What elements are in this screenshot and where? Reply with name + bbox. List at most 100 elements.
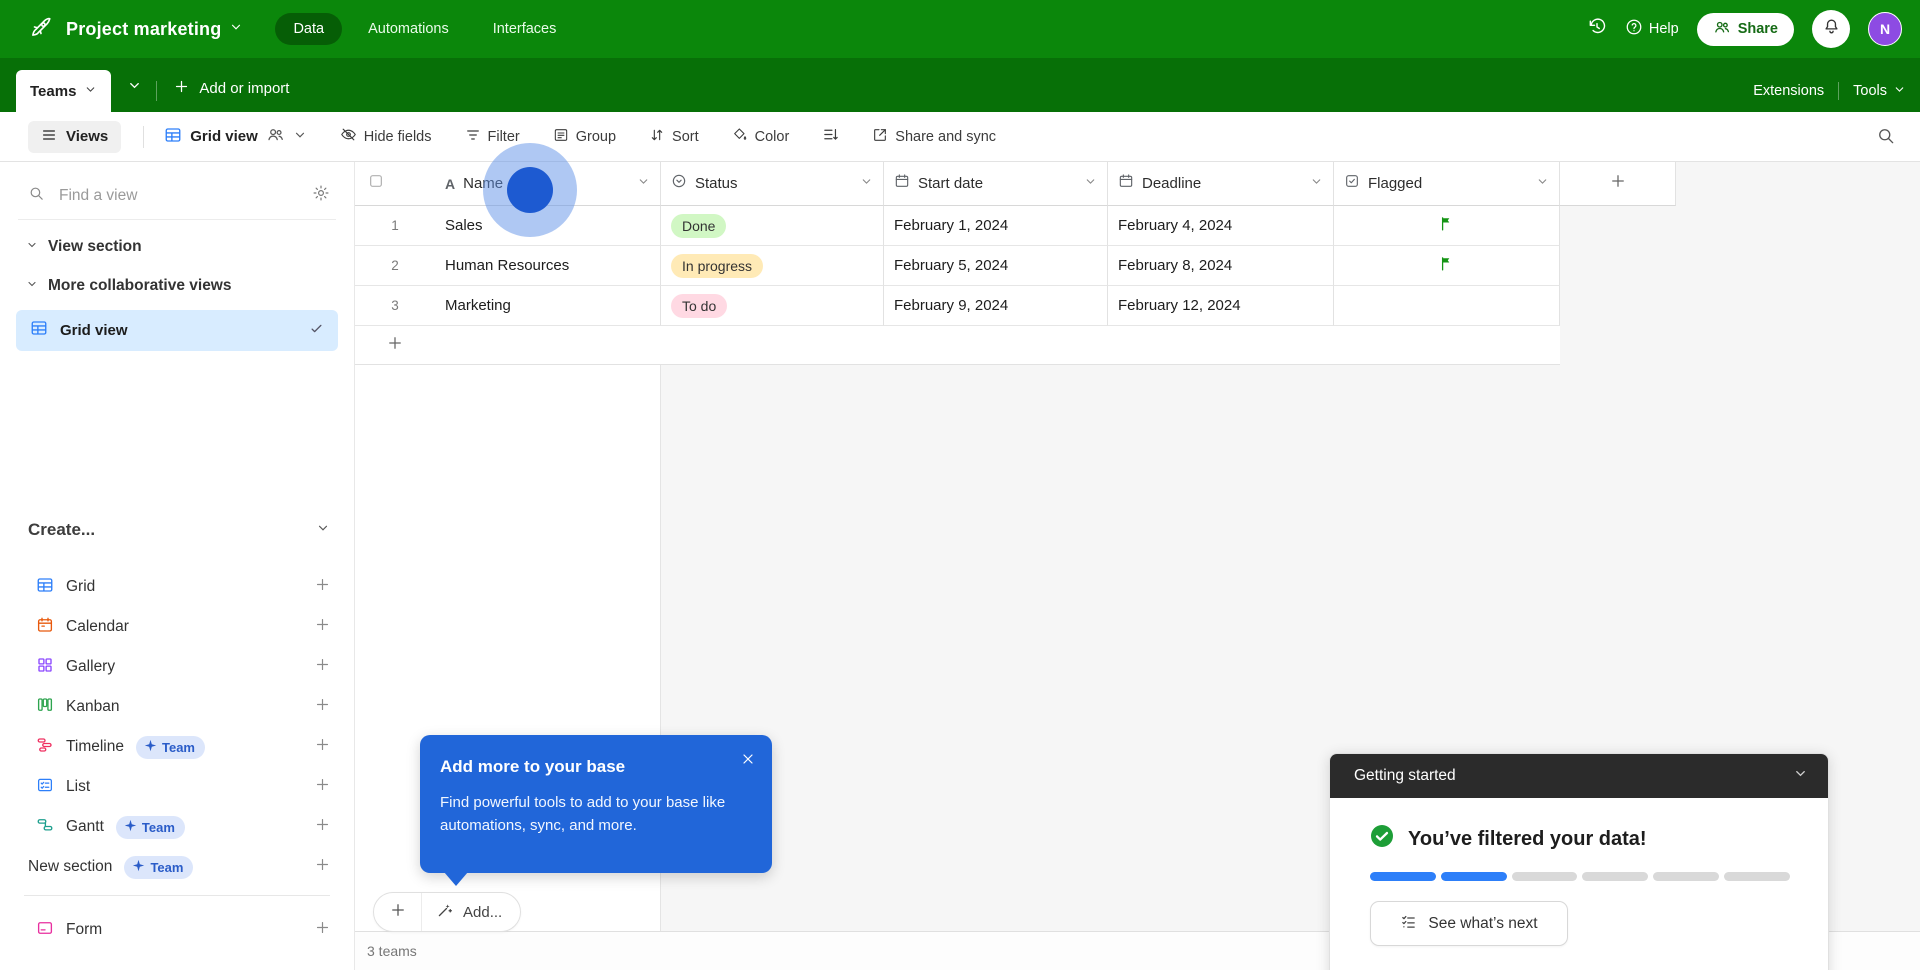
add-record-button[interactable] <box>374 893 422 931</box>
deadline-cell[interactable]: February 12, 2024 <box>1108 286 1334 326</box>
team-badge: Team <box>116 816 185 839</box>
checkbox-icon[interactable] <box>368 173 384 194</box>
add-or-import-button[interactable]: Add or import <box>173 78 289 99</box>
collapse-chevron-icon[interactable] <box>1793 766 1808 786</box>
history-icon[interactable] <box>1587 17 1607 42</box>
filter-button[interactable]: Filter <box>465 127 520 147</box>
column-header-flagged[interactable]: Flagged <box>1334 162 1560 206</box>
start-date-cell[interactable]: February 9, 2024 <box>884 286 1108 326</box>
sort-button[interactable]: Sort <box>649 127 699 147</box>
magic-wand-icon <box>436 901 454 923</box>
share-and-sync-button[interactable]: Share and sync <box>872 127 996 147</box>
start-date-cell[interactable]: February 5, 2024 <box>884 246 1108 286</box>
group-button[interactable]: Group <box>553 127 616 147</box>
create-item-new-section[interactable]: New section Team <box>0 847 355 887</box>
column-chevron-icon[interactable] <box>1084 175 1097 193</box>
plus-icon[interactable] <box>314 856 331 878</box>
sidebar-item-grid-view[interactable]: Grid view <box>16 310 338 351</box>
column-chevron-icon[interactable] <box>1310 175 1323 193</box>
notifications-button[interactable] <box>1812 10 1850 48</box>
column-chevron-icon[interactable] <box>637 175 650 193</box>
gear-icon[interactable] <box>312 184 330 207</box>
plus-icon[interactable] <box>314 776 331 798</box>
create-item-timeline[interactable]: Timeline Team <box>0 727 355 767</box>
view-chevron-icon[interactable] <box>293 128 307 146</box>
table-row[interactable]: 2 Human Resources In progress February 5… <box>355 246 1676 286</box>
timeline-icon <box>36 736 54 759</box>
search-icon[interactable] <box>1876 126 1896 151</box>
add-row-button[interactable] <box>355 326 435 365</box>
flagged-cell[interactable] <box>1334 206 1560 246</box>
table-tab-teams[interactable]: Teams <box>16 70 111 112</box>
sidebar-section-more-collaborative-views[interactable]: More collaborative views <box>26 277 232 295</box>
see-whats-next-button[interactable]: See what’s next <box>1370 901 1568 946</box>
column-chevron-icon[interactable] <box>860 175 873 193</box>
sidebar-section-view-section[interactable]: View section <box>26 238 142 256</box>
row-height-button[interactable] <box>822 126 839 147</box>
checklist-icon <box>1400 913 1417 935</box>
create-item-list[interactable]: List <box>0 767 355 807</box>
status-cell[interactable]: To do <box>661 286 884 326</box>
column-header-status[interactable]: Status <box>661 162 884 206</box>
avatar[interactable]: N <box>1868 12 1902 46</box>
close-icon[interactable] <box>740 751 756 772</box>
table-list-chevron-icon[interactable] <box>127 78 142 98</box>
chevron-down-icon <box>26 238 38 256</box>
plus-icon[interactable] <box>314 576 331 598</box>
status-cell[interactable]: In progress <box>661 246 884 286</box>
base-menu-chevron-icon[interactable] <box>229 20 243 39</box>
hide-fields-button[interactable]: Hide fields <box>340 126 432 147</box>
status-cell[interactable]: Done <box>661 206 884 246</box>
name-cell[interactable]: Marketing <box>435 286 661 326</box>
create-item-gantt[interactable]: Gantt Team <box>0 807 355 847</box>
plus-icon[interactable] <box>314 816 331 838</box>
deadline-cell[interactable]: February 8, 2024 <box>1108 246 1334 286</box>
tab-data[interactable]: Data <box>275 13 342 45</box>
create-item-grid[interactable]: Grid <box>0 567 355 607</box>
tab-interfaces[interactable]: Interfaces <box>475 13 575 45</box>
create-item-kanban[interactable]: Kanban <box>0 687 355 727</box>
create-item-gallery[interactable]: Gallery <box>0 647 355 687</box>
base-name[interactable]: Project marketing <box>66 19 221 40</box>
share-button[interactable]: Share <box>1697 13 1794 46</box>
find-view-search[interactable]: Find a view <box>18 172 336 220</box>
views-button[interactable]: Views <box>28 121 121 153</box>
plus-icon[interactable] <box>314 656 331 678</box>
start-date-cell[interactable]: February 1, 2024 <box>884 206 1108 246</box>
sparkle-icon <box>132 859 145 875</box>
column-chevron-icon[interactable] <box>1536 175 1549 193</box>
plus-icon[interactable] <box>314 736 331 758</box>
plus-icon[interactable] <box>314 696 331 718</box>
name-cell[interactable]: Human Resources <box>435 246 661 286</box>
table-row[interactable]: 3 Marketing To do February 9, 2024 Febru… <box>355 286 1676 326</box>
plus-icon[interactable] <box>314 616 331 638</box>
create-item-form[interactable]: Form <box>0 910 355 950</box>
help-button[interactable]: Help <box>1625 18 1679 40</box>
color-button[interactable]: Color <box>732 127 790 147</box>
deadline-cell[interactable]: February 4, 2024 <box>1108 206 1334 246</box>
tools-chevron-icon <box>1893 83 1906 100</box>
create-section-header[interactable]: Create... <box>28 520 330 540</box>
current-view-button[interactable]: Grid view <box>164 125 307 148</box>
add-column-button[interactable] <box>1560 162 1676 206</box>
flagged-cell[interactable] <box>1334 246 1560 286</box>
collaborators-icon <box>1713 18 1731 40</box>
table-tab-chevron-icon[interactable] <box>84 83 97 100</box>
tools-button[interactable]: Tools <box>1853 83 1906 100</box>
select-all-cell[interactable] <box>355 162 435 206</box>
tab-automations[interactable]: Automations <box>350 13 467 45</box>
flagged-cell[interactable] <box>1334 286 1560 326</box>
add-more-tooltip: Add more to your base Find powerful tool… <box>420 735 772 873</box>
column-header-deadline[interactable]: Deadline <box>1108 162 1334 206</box>
rocket-logo-icon[interactable] <box>28 14 54 45</box>
create-item-calendar[interactable]: Calendar <box>0 607 355 647</box>
add-row[interactable] <box>355 326 1676 365</box>
getting-started-header[interactable]: Getting started <box>1330 754 1828 798</box>
add-row-space[interactable] <box>435 326 1560 365</box>
plus-icon[interactable] <box>314 919 331 941</box>
see-whats-next-label: See what’s next <box>1428 915 1537 933</box>
toolbar-divider <box>143 126 144 148</box>
add-with-ai-button[interactable]: Add... <box>422 893 520 931</box>
extensions-button[interactable]: Extensions <box>1753 83 1824 99</box>
column-header-start-date[interactable]: Start date <box>884 162 1108 206</box>
